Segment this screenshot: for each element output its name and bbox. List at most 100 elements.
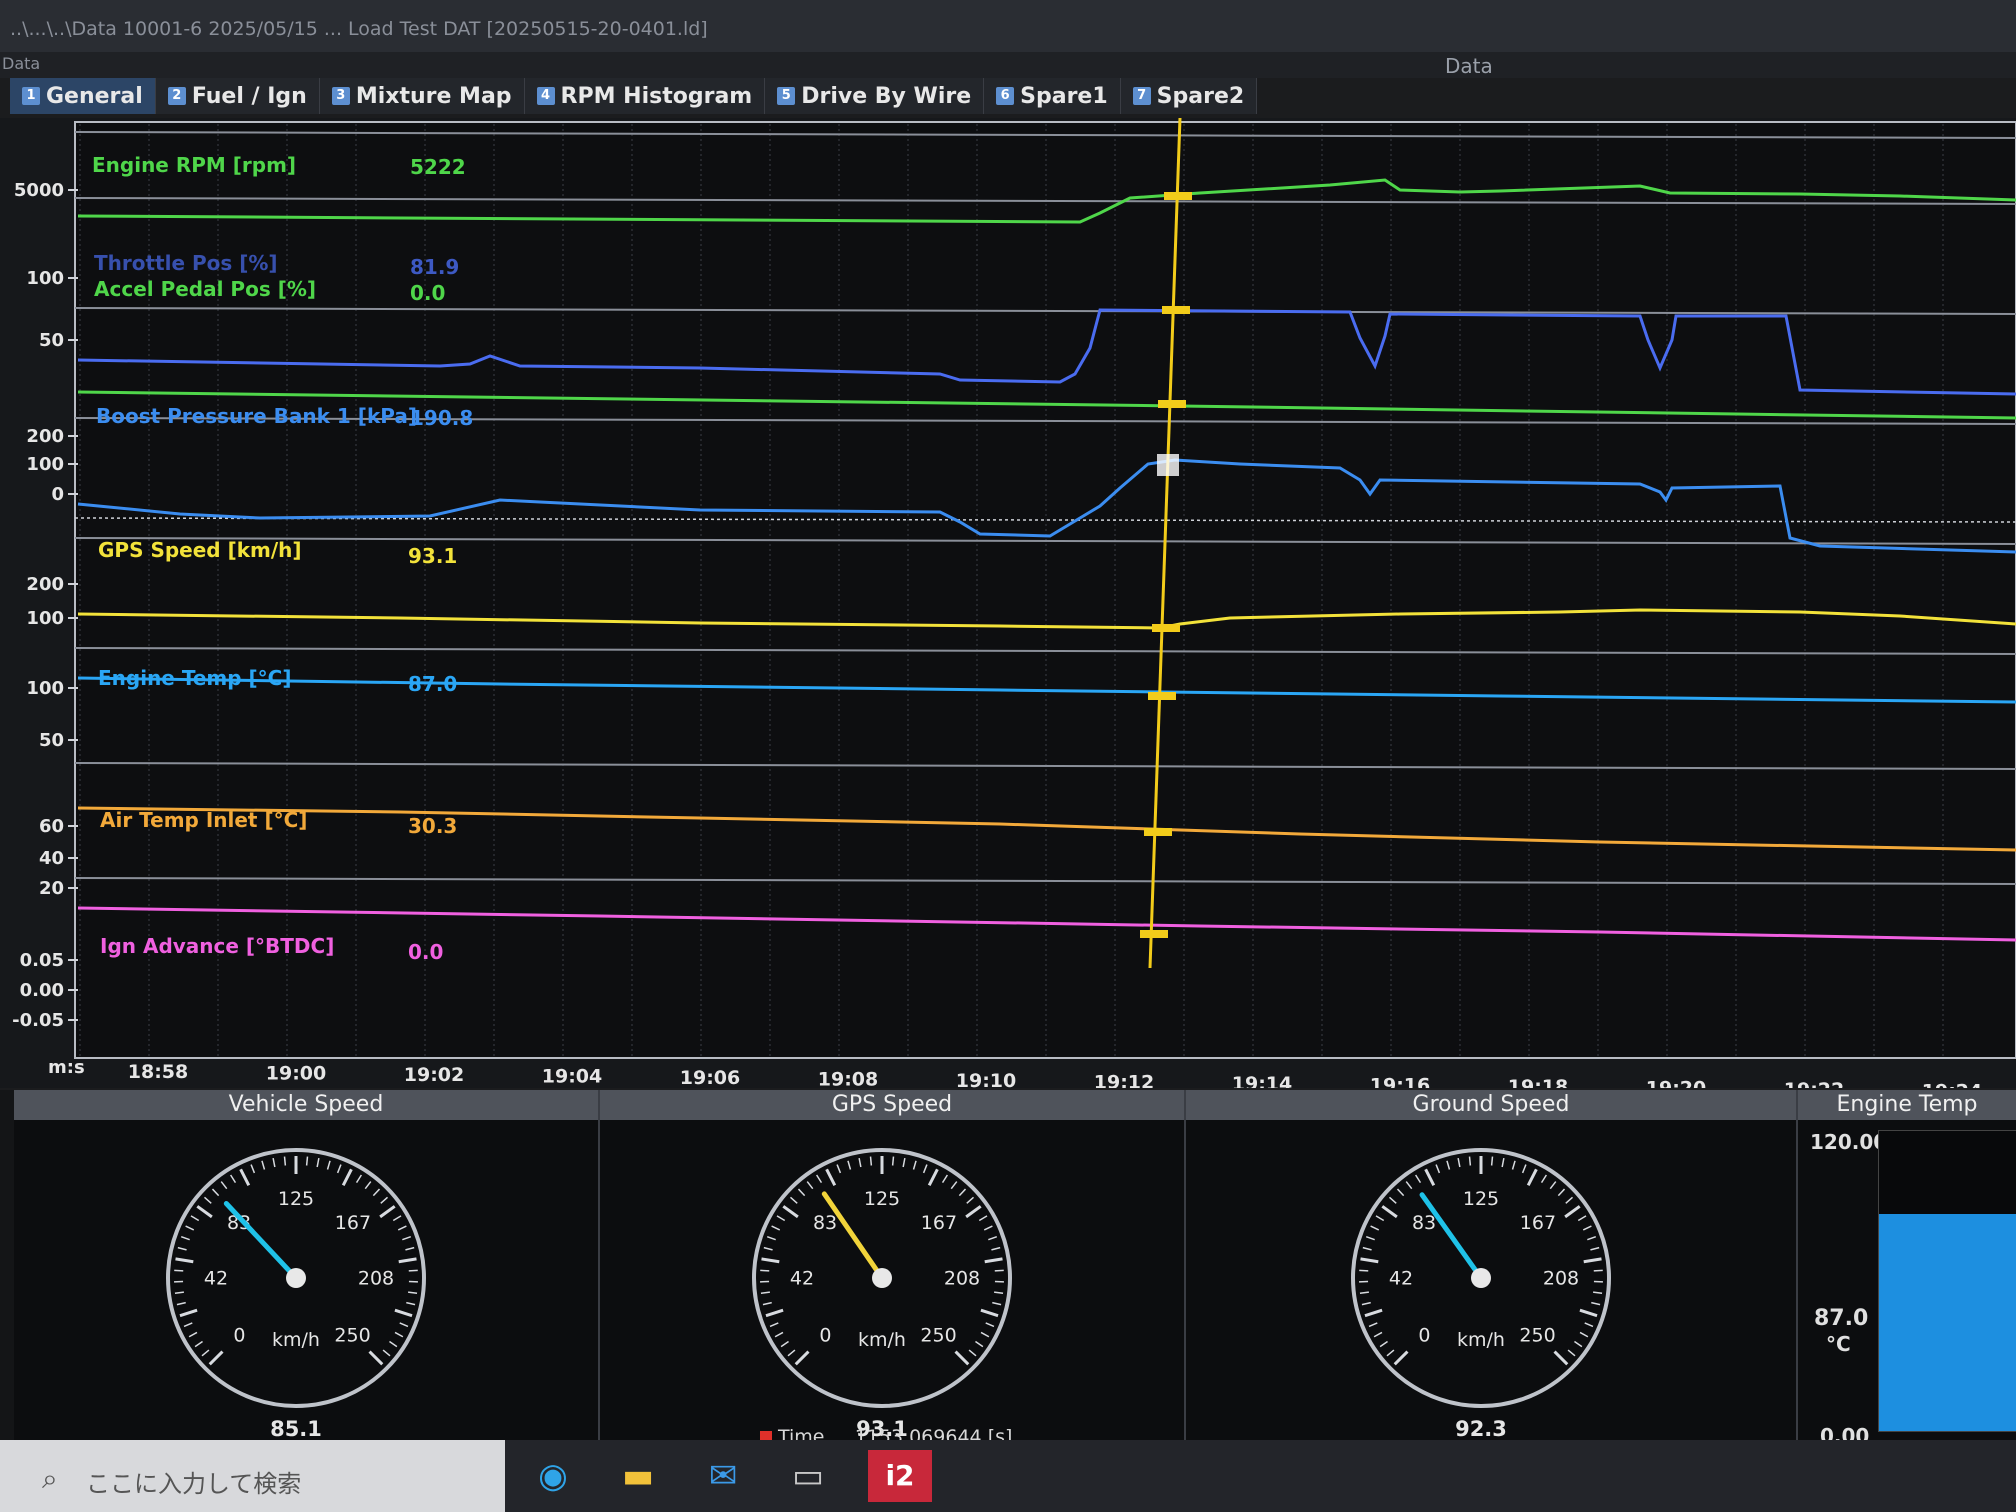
tab-number: 6	[996, 87, 1015, 105]
tab-drive-by-wire[interactable]: 5 Drive By Wire	[765, 78, 985, 114]
gauge-tick	[174, 1269, 184, 1272]
gauge-tick-label: 0	[819, 1325, 831, 1347]
tab-rpm-histogram[interactable]: 4 RPM Histogram	[524, 78, 766, 114]
gauge-tick	[760, 1269, 770, 1272]
channel-label-ign-advance[interactable]: Ign Advance [°BTDC]	[100, 934, 334, 958]
time-series-chart[interactable]: 5000 100 50 200 100 0 200 100 100 50 60 40 20 0.05 0.0…	[0, 118, 2016, 1088]
channel-label-air-temp-inlet[interactable]: Air Temp Inlet [°C]	[100, 808, 307, 832]
time-tick-label: 19:04	[542, 1066, 602, 1088]
gauge-dial: 0 42 83 125 167 208 250 km/h 92.3	[1351, 1148, 1611, 1441]
gauge-title: GPS Speed	[600, 1090, 1184, 1120]
gauge-tick	[891, 1156, 895, 1166]
channel-label-accel-pedal[interactable]: Accel Pedal Pos [%]	[94, 277, 316, 301]
y-tick-label: 200	[26, 574, 64, 595]
tab-number: 7	[1132, 87, 1151, 105]
gauge-tick-label: 167	[335, 1212, 371, 1234]
tab-number: 1	[22, 87, 40, 105]
cursor-handle-icon[interactable]	[1157, 454, 1179, 476]
gauge-hub	[872, 1268, 892, 1288]
bar-max-label: 120.00	[1810, 1130, 1888, 1154]
channel-value-accel-pedal: 0.0	[410, 281, 446, 305]
tab-label: Spare1	[1020, 83, 1108, 109]
tab-spare2[interactable]: 7 Spare2	[1120, 78, 1258, 114]
y-tick-label: 40	[39, 848, 64, 869]
taskbar-search[interactable]: ⌕ ここに入力して検索	[0, 1440, 505, 1512]
sub-header-left: Data	[2, 54, 41, 73]
file-explorer-icon[interactable]: ▬	[610, 1450, 666, 1502]
channel-label-throttle-pos[interactable]: Throttle Pos [%]	[94, 251, 278, 275]
gauge-tick-label: 42	[204, 1267, 228, 1289]
y-tick-label: 60	[39, 816, 64, 837]
channel-label-engine-temp[interactable]: Engine Temp [°C]	[98, 666, 291, 690]
i2-app-icon[interactable]: i2	[868, 1450, 932, 1502]
gauge-tick-label: 208	[944, 1267, 980, 1289]
tab-number: 4	[536, 87, 555, 105]
tab-label: RPM Histogram	[560, 83, 753, 109]
gauge-tick-label: 250	[1519, 1325, 1555, 1347]
y-tick-label: 0	[51, 484, 64, 505]
gauge-tick-label: 208	[358, 1267, 394, 1289]
tab-spare1[interactable]: 6 Spare1	[984, 78, 1121, 114]
gauge-tick-label: 0	[233, 1325, 245, 1347]
gauge-value: 92.3	[1455, 1417, 1507, 1441]
gauge-unit: km/h	[272, 1329, 320, 1351]
store-icon[interactable]: ▭	[780, 1450, 836, 1502]
tab-number: 3	[331, 87, 350, 105]
channel-label-engine-rpm[interactable]: Engine RPM [rpm]	[92, 153, 296, 177]
vehicle-speed-gauge: Vehicle Speed 0 42 83 125 167 208 250 km/h 85.1	[14, 1090, 601, 1450]
tab-number: 5	[777, 87, 796, 105]
gauge-tick-label: 125	[278, 1188, 314, 1210]
gauge-tick	[1468, 1156, 1472, 1166]
tab-fuel-ign[interactable]: 2 Fuel / Ign	[155, 78, 320, 114]
gauge-unit: km/h	[858, 1329, 906, 1351]
gauge-tick-label: 250	[334, 1325, 370, 1347]
tab-label: Drive By Wire	[801, 83, 972, 109]
gauge-tick	[408, 1269, 418, 1272]
y-tick-label: 5000	[14, 180, 64, 201]
channel-label-boost-pressure[interactable]: Boost Pressure Bank 1 [kPa]	[96, 404, 417, 428]
sub-header: Data Data	[0, 52, 2016, 78]
tab-label: Fuel / Ign	[191, 83, 307, 109]
time-tick-label: 19:20	[1646, 1078, 1706, 1089]
tab-bar: 1 General 2 Fuel / Ign 3 Mixture Map 4 RPM H…	[10, 78, 1258, 114]
tab-mixture-map[interactable]: 3 Mixture Map	[319, 78, 525, 114]
time-tick-label: 19:12	[1094, 1072, 1154, 1089]
gauge-panel: Vehicle Speed 0 42 83 125 167 208 250 km/h 85.1 …	[0, 1090, 2016, 1450]
engine-temp-bar-gauge: Engine Temp 120.00 87.0 °C 0.00	[1798, 1090, 2016, 1450]
channel-value-engine-temp: 87.0	[408, 672, 458, 696]
time-axis-unit: m:s	[48, 1057, 85, 1078]
time-tick-label: 19:10	[956, 1070, 1016, 1088]
tab-label: Spare2	[1156, 83, 1245, 109]
time-tick-label: 19:14	[1232, 1073, 1292, 1088]
gauge-unit: km/h	[1457, 1329, 1505, 1351]
edge-browser-icon[interactable]: ◉	[525, 1450, 581, 1502]
time-tick-label: 19:16	[1370, 1075, 1430, 1089]
time-tick-label: 19:22	[1784, 1079, 1844, 1088]
time-tick-label: 19:18	[1508, 1076, 1568, 1088]
tab-general[interactable]: 1 General	[10, 78, 156, 114]
y-tick-label: 50	[39, 330, 64, 351]
tab-number: 2	[167, 87, 186, 105]
gauge-tick	[283, 1156, 287, 1166]
gauge-tick-label: 42	[1389, 1267, 1413, 1289]
gauge-hub	[1471, 1268, 1491, 1288]
gauge-tick-label: 167	[921, 1212, 957, 1234]
y-tick-label: 50	[39, 730, 64, 751]
gauge-tick-label: 83	[1412, 1212, 1436, 1234]
y-tick-label: 100	[26, 608, 64, 629]
gps-speed-gauge: GPS Speed 0 42 83 125 167 208 250 km/h 93.1	[600, 1090, 1187, 1450]
time-tick-label: 19:00	[266, 1063, 326, 1085]
gauge-tick-label: 42	[790, 1267, 814, 1289]
bar-value-label: 87.0	[1814, 1306, 1869, 1331]
channel-label-gps-speed[interactable]: GPS Speed [km/h]	[98, 538, 302, 562]
mail-icon[interactable]: ✉	[695, 1450, 751, 1502]
time-tick-label: 19:24	[1922, 1081, 1982, 1089]
gauge-tick	[869, 1156, 873, 1166]
sub-header-center: Data	[1445, 54, 1493, 78]
y-tick-label: 20	[39, 878, 64, 899]
gauge-tick-label: 83	[813, 1212, 837, 1234]
ground-speed-gauge: Ground Speed 0 42 83 125 167 208 250 km/h 92.3	[1186, 1090, 1799, 1450]
channel-value-engine-rpm: 5222	[410, 155, 466, 179]
time-tick-label: 19:08	[818, 1069, 878, 1089]
gauge-tick-label: 167	[1520, 1212, 1556, 1234]
